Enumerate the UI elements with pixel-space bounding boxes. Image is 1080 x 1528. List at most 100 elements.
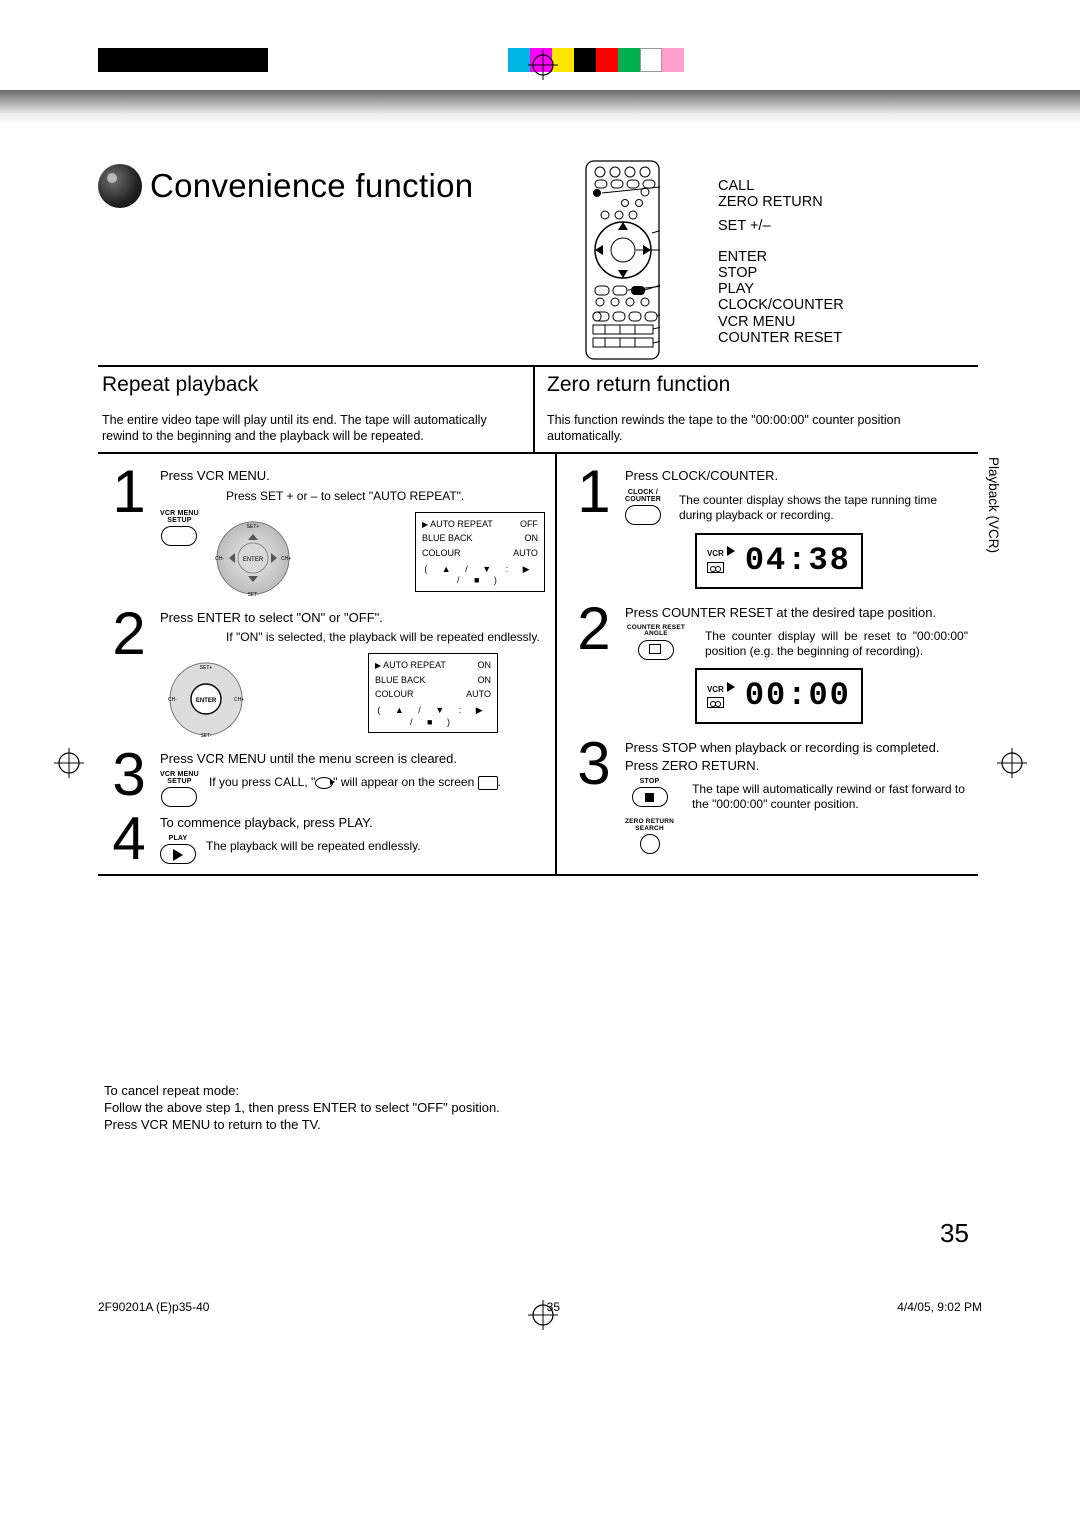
step-lead: Press VCR MENU until the menu screen is …	[160, 751, 545, 767]
page-title: Convenience function	[150, 167, 473, 205]
enter-pad-icon: ENTER SET+ SET- CH- CH+	[160, 655, 252, 743]
swatch	[574, 48, 596, 72]
step-number: 1	[104, 468, 154, 601]
repeat-icon	[315, 777, 333, 789]
side-tab: Playback (VCR)	[986, 457, 1001, 553]
step-number: 3	[104, 751, 154, 807]
remote-icon	[585, 160, 660, 360]
footer: 2F90201A (E)p35-40 35 4/4/05, 9:02 PM	[98, 1300, 982, 1314]
right-intro: This function rewinds the tape to the "0…	[533, 405, 978, 452]
swatch	[618, 48, 640, 72]
svg-text:ENTER: ENTER	[196, 698, 217, 704]
svg-text:SET+: SET+	[200, 665, 213, 671]
left-intro: The entire video tape will play until it…	[98, 405, 533, 452]
swatch	[596, 48, 618, 72]
remote-label: COUNTER RESET	[718, 330, 844, 346]
step-lead-2: Press ZERO RETURN.	[625, 758, 968, 774]
counter-reset-button-icon: COUNTER RESETANGLE	[625, 625, 687, 660]
play-button-icon: PLAY	[160, 835, 196, 864]
lcd-time: 04:38	[745, 541, 851, 581]
crop-mark-icon	[528, 50, 558, 80]
step-lead: Press ENTER to select "ON" or "OFF".	[160, 610, 545, 626]
lcd-display: VCR 04:38	[695, 533, 863, 589]
step-expl: Press SET + or – to select "AUTO REPEAT"…	[160, 489, 545, 504]
remote-label-list: CALL ZERO RETURN SET +/– ENTER STOP PLAY…	[718, 178, 844, 346]
header-gradient	[0, 90, 1080, 124]
enter-pad-icon: ENTER SET+ SET- CH- CH+	[207, 514, 299, 602]
screen-icon	[478, 776, 498, 790]
remote-label: ZERO RETURN	[718, 194, 844, 210]
svg-text:SET+: SET+	[247, 524, 260, 530]
content-frame: Repeat playback Zero return function The…	[98, 365, 978, 876]
right-steps: 1 Press CLOCK/COUNTER. CLOCK /COUNTER Th…	[555, 452, 978, 876]
step-lead: Press VCR MENU.	[160, 468, 545, 484]
chapter-heading: Convenience function	[98, 164, 473, 208]
step-expl: If you press CALL, "" will appear on the…	[209, 775, 545, 807]
step: 3 Press STOP when playback or recording …	[569, 740, 968, 855]
remote-label: VCR MENU	[718, 314, 844, 330]
swatch	[508, 48, 530, 72]
step-number: 2	[104, 610, 154, 743]
footer-page: 35	[547, 1300, 560, 1314]
step-number: 3	[569, 740, 619, 855]
footer-timestamp: 4/4/05, 9:02 PM	[897, 1300, 982, 1314]
svg-text:SET-: SET-	[200, 733, 211, 739]
svg-text:CH-: CH-	[215, 556, 224, 562]
cassette-icon	[707, 697, 724, 708]
play-tri-icon	[727, 682, 735, 692]
cassette-icon	[707, 562, 724, 573]
lcd-display: VCR 00:00	[695, 668, 863, 724]
svg-text:CH-: CH-	[168, 697, 177, 703]
remote-label: STOP	[718, 265, 844, 281]
step: 3 Press VCR MENU until the menu screen i…	[104, 751, 545, 807]
remote-label: ENTER	[718, 249, 844, 265]
osd-menu: AUTO REPEATOFF BLUE BACKON COLOURAUTO ( …	[415, 512, 545, 592]
vcr-menu-button-icon: VCR MENUSETUP	[160, 771, 199, 807]
step-expl: If "ON" is selected, the playback will b…	[160, 630, 545, 645]
step-expl: The counter display shows the tape runni…	[679, 493, 968, 525]
step: 1 Press CLOCK/COUNTER. CLOCK /COUNTER Th…	[569, 468, 968, 588]
crop-mark-icon	[54, 748, 84, 778]
step-lead: To commence playback, press PLAY.	[160, 815, 545, 831]
swatch	[640, 48, 662, 72]
step-expl: The playback will be repeated endlessly.	[206, 839, 421, 854]
black-swatch	[98, 48, 268, 72]
step: 2 Press COUNTER RESET at the desired tap…	[569, 605, 968, 724]
clock-counter-button-icon: CLOCK /COUNTER	[625, 489, 661, 525]
step-lead: Press CLOCK/COUNTER.	[625, 468, 968, 484]
step-number: 1	[569, 468, 619, 588]
cancel-note: To cancel repeat mode: Follow the above …	[104, 1083, 524, 1134]
zero-return-button-icon: ZERO RETURNSEARCH	[625, 819, 674, 854]
svg-text:ENTER: ENTER	[243, 557, 264, 563]
lcd-time: 00:00	[745, 676, 851, 716]
cancel-body: Follow the above step 1, then press ENTE…	[104, 1100, 524, 1134]
remote-diagram: CALL ZERO RETURN SET +/– ENTER STOP PLAY…	[585, 160, 1080, 355]
play-tri-icon	[727, 546, 735, 556]
svg-text:CH+: CH+	[281, 556, 291, 562]
step-number: 4	[104, 815, 154, 864]
chapter-bullet-icon	[98, 164, 142, 208]
step: 4 To commence playback, press PLAY. PLAY…	[104, 815, 545, 864]
step: 2 Press ENTER to select "ON" or "OFF". I…	[104, 610, 545, 743]
step-lead: Press COUNTER RESET at the desired tape …	[625, 605, 968, 621]
osd-menu: AUTO REPEATON BLUE BACKON COLOURAUTO ( ▲…	[368, 653, 498, 733]
step-lead: Press STOP when playback or recording is…	[625, 740, 968, 756]
swatch	[662, 48, 684, 72]
page: Convenience function	[0, 0, 1080, 1528]
cancel-head: To cancel repeat mode:	[104, 1083, 524, 1100]
left-heading: Repeat playback	[98, 367, 533, 405]
stop-button-icon: STOP	[632, 778, 668, 807]
step-number: 2	[569, 605, 619, 724]
crop-mark-icon	[997, 748, 1027, 778]
footer-doc: 2F90201A (E)p35-40	[98, 1300, 209, 1314]
step: 1 Press VCR MENU. Press SET + or – to se…	[104, 468, 545, 601]
right-heading: Zero return function	[533, 367, 978, 405]
remote-label: CALL	[718, 178, 844, 194]
vcr-menu-button-icon: VCR MENUSETUP	[160, 510, 199, 546]
step-expl: The counter display will be reset to "00…	[705, 629, 968, 660]
remote-label: PLAY	[718, 281, 844, 297]
step-expl: The tape will automatically rewind or fa…	[692, 782, 968, 854]
remote-label: CLOCK/COUNTER	[718, 297, 844, 313]
remote-label: SET +/–	[718, 218, 844, 234]
page-number: 35	[940, 1218, 969, 1249]
